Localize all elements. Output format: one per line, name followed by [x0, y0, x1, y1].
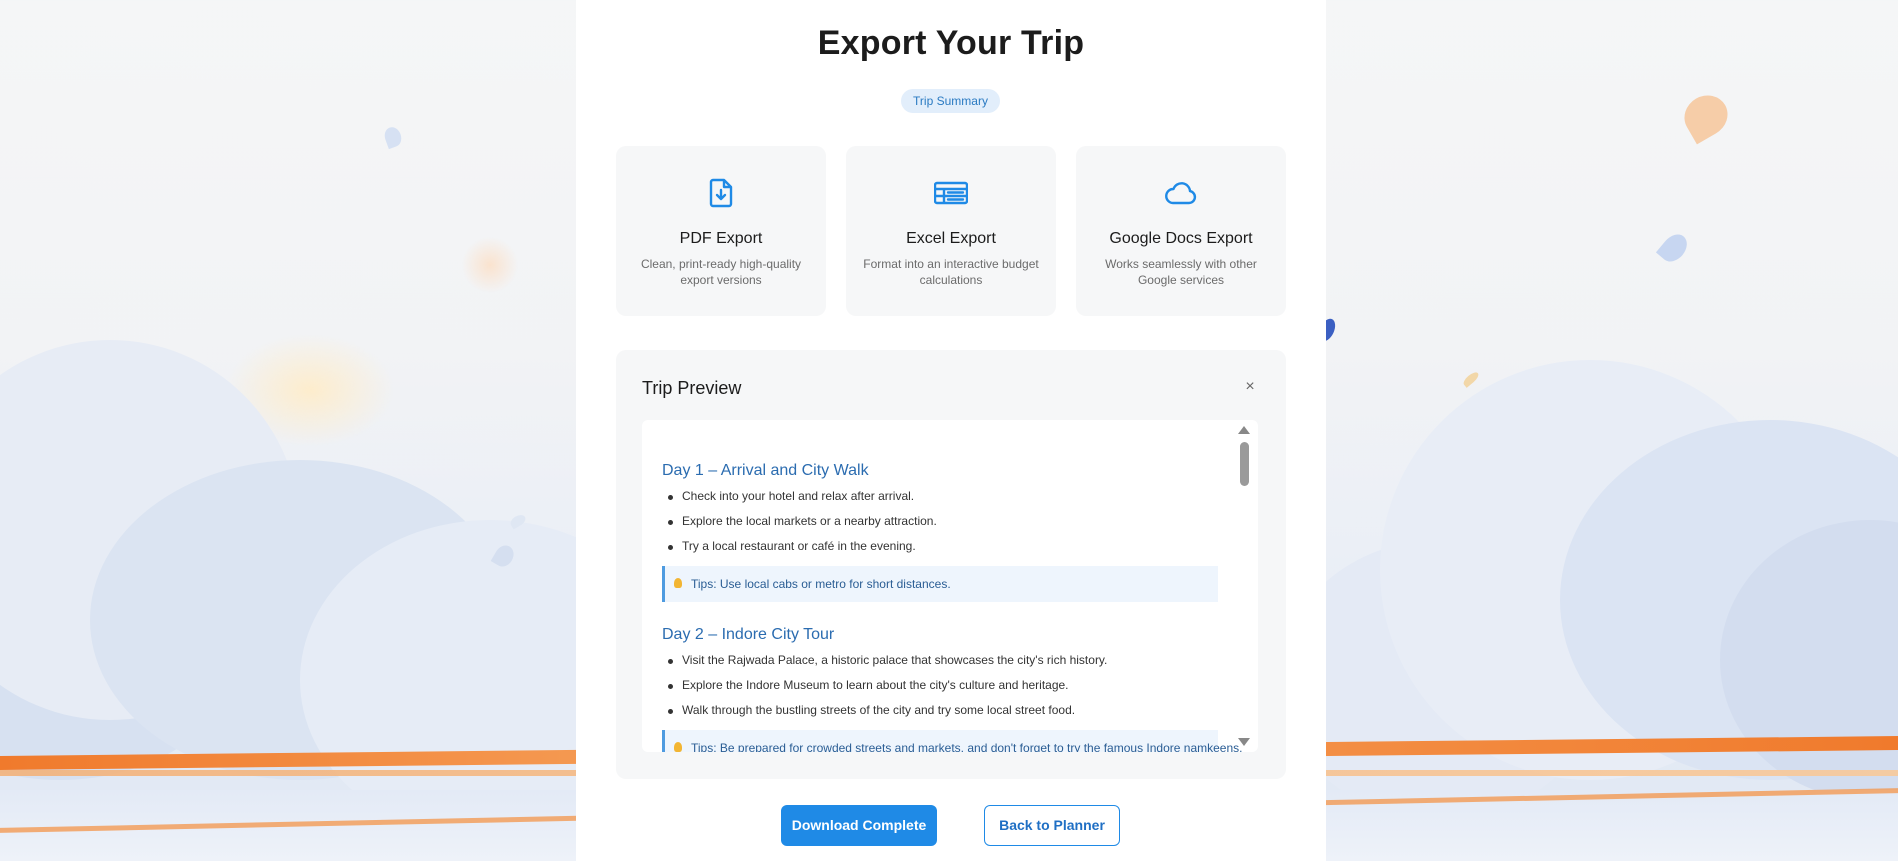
card-title: Excel Export: [906, 230, 996, 247]
google-docs-export-card[interactable]: Google Docs Export Works seamlessly with…: [1076, 146, 1286, 316]
card-title: PDF Export: [679, 230, 763, 247]
petal-decoration: [1676, 87, 1736, 145]
list-item: Explore the Indore Museum to learn about…: [668, 678, 1069, 692]
close-icon[interactable]: ×: [1240, 377, 1260, 397]
tip-text: Tips: Use local cabs or metro for short …: [691, 577, 951, 591]
trip-summary-badge: Trip Summary: [901, 89, 1000, 113]
trip-preview: Trip Preview × Day 1 – Arrival and City …: [616, 350, 1286, 779]
spreadsheet-icon: [934, 181, 968, 205]
card-description: Format into an interactive budget calcul…: [863, 257, 1039, 287]
scroll-down-arrow-icon[interactable]: [1238, 738, 1250, 746]
list-item: Explore the local markets or a nearby at…: [668, 514, 937, 528]
scroll-up-arrow-icon[interactable]: [1238, 426, 1250, 434]
lightbulb-icon: [674, 742, 682, 752]
petal-decoration: [1461, 370, 1481, 388]
download-complete-trip-button[interactable]: Download Complete Trip: [781, 805, 937, 861]
page-title: Export Your Trip: [817, 24, 1085, 62]
list-item: Try a local restaurant or café in the ev…: [668, 539, 916, 553]
file-download-icon: [709, 178, 733, 208]
card-description: Works seamlessly with other Google servi…: [1105, 257, 1257, 287]
back-to-planner-button[interactable]: Back to Planner: [984, 805, 1120, 846]
excel-export-card[interactable]: Excel Export Format into an interactive …: [846, 146, 1056, 316]
scrollbar-thumb[interactable]: [1240, 442, 1249, 486]
list-item: Visit the Rajwada Palace, a historic pal…: [667, 653, 1108, 667]
preview-title: Trip Preview: [642, 378, 742, 398]
tip-text: Tips: Be prepared for crowded streets an…: [691, 741, 1243, 752]
pdf-export-card[interactable]: PDF Export Clean, print-ready high-quali…: [616, 146, 826, 316]
day-title: Day 2 – Indore City Tour: [662, 626, 835, 643]
preview-scroll-area[interactable]: Day 1 – Arrival and City Walk Check into…: [642, 420, 1258, 752]
cloud-icon: [1165, 182, 1197, 205]
export-options: PDF Export Clean, print-ready high-quali…: [616, 146, 1286, 316]
list-item: Check into your hotel and relax after ar…: [667, 489, 915, 503]
tip-box: Tips: Be prepared for crowded streets an…: [662, 730, 1242, 752]
day-title: Day 1 – Arrival and City Walk: [662, 462, 869, 479]
petal-decoration: [1655, 229, 1693, 267]
card-title: Google Docs Export: [1109, 230, 1253, 247]
tip-box: Tips: Use local cabs or metro for short …: [662, 566, 1218, 602]
petal-decoration: [382, 124, 404, 150]
card-description: Clean, print-ready high-quality export v…: [640, 257, 802, 287]
export-panel: Export Your Trip Trip Summary PDF Export…: [576, 0, 1326, 861]
lightbulb-icon: [674, 578, 682, 588]
list-item: Walk through the bustling streets of the…: [667, 703, 1076, 717]
scrollbar[interactable]: [1232, 420, 1258, 752]
